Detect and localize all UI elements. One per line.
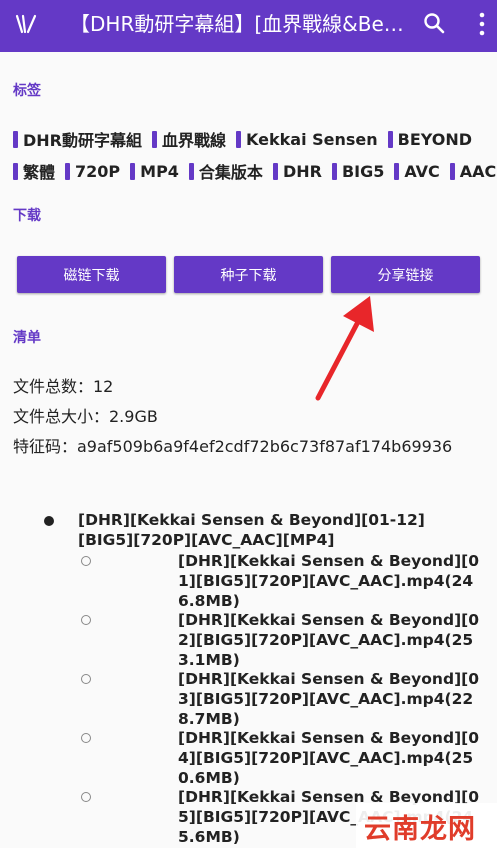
tag-label: MP4: [140, 161, 179, 181]
file-name: [DHR][Kekkai Sensen & Beyond][02][BIG5][…: [178, 611, 480, 669]
filled-bullet-icon: [44, 516, 54, 526]
torrent-download-button[interactable]: 种子下载: [174, 256, 323, 293]
tag-label: DHR動研字幕組: [23, 131, 142, 150]
tag-marker-icon: [152, 130, 157, 148]
tag-chip[interactable]: DHR: [272, 161, 322, 181]
tag-label: 繁體: [23, 163, 56, 182]
hollow-bullet-icon: [81, 733, 91, 743]
watermark-text: 云南龙网: [364, 814, 476, 845]
app-bar: 【DHR動研字幕組】[血界戰線&Beyond][01-12][BIG5][720…: [0, 0, 497, 52]
tag-label: Kekkai Sensen: [246, 129, 378, 149]
tag-row: DHR動研字幕組 血界戰線 Kekkai Sensen BEYOND: [13, 123, 493, 155]
tag-chip[interactable]: 血界戰線: [152, 127, 226, 151]
tag-label: AVC: [404, 161, 440, 181]
tag-chip[interactable]: Kekkai Sensen: [236, 130, 378, 149]
more-vert-icon[interactable]: [478, 11, 486, 37]
tag-label: 血界戰線: [162, 131, 227, 150]
tag-label: AAC: [459, 161, 497, 181]
file-name: [DHR][Kekkai Sensen & Beyond][04][BIG5][…: [178, 729, 480, 787]
tag-marker-icon: [13, 130, 18, 148]
tag-label: BIG5: [341, 161, 385, 181]
watermark-logo: 云南龙网: [356, 803, 497, 848]
page-title: 【DHR動研字幕組】[血界戰線&Beyond][01-12][BIG5][720…: [70, 12, 405, 36]
tag-label: DHR: [282, 161, 322, 181]
hollow-bullet-icon: [81, 674, 91, 684]
tag-marker-icon: [65, 162, 71, 180]
tag-marker-icon: [236, 130, 242, 148]
tag-chip[interactable]: AVC: [394, 161, 440, 181]
tag-marker-icon: [272, 162, 278, 180]
file-name: [DHR][Kekkai Sensen & Beyond][03][BIG5][…: [178, 670, 480, 728]
section-title-list: 清单: [13, 330, 41, 346]
tag-marker-icon: [13, 162, 18, 180]
tag-chip[interactable]: BIG5: [331, 161, 385, 181]
hollow-bullet-icon: [81, 556, 91, 566]
tag-chip[interactable]: 720P: [65, 162, 120, 181]
tag-row: 繁體 720P MP4 合集版本 DHR BIG5 AVC AAC: [13, 155, 496, 187]
app-logo-icon[interactable]: [14, 12, 38, 36]
annotation-arrow-icon: [315, 296, 374, 401]
tag-label: 720P: [75, 161, 121, 181]
tag-marker-icon: [188, 162, 194, 180]
tag-label: BEYOND: [397, 129, 473, 149]
tag-chip[interactable]: AAC: [449, 161, 497, 181]
search-icon[interactable]: [422, 11, 446, 35]
share-link-button[interactable]: 分享链接: [331, 256, 480, 293]
tag-marker-icon: [394, 162, 400, 180]
section-title-download: 下载: [13, 208, 41, 224]
section-title-tags: 标签: [13, 83, 41, 99]
hollow-bullet-icon: [81, 615, 91, 625]
tag-list: DHR動研字幕組 血界戰線 Kekkai Sensen BEYOND 繁體 720P MP…: [13, 123, 496, 187]
folder-name: [DHR][Kekkai Sensen & Beyond][01-12][BIG…: [78, 511, 425, 549]
tag-chip[interactable]: BEYOND: [387, 129, 473, 149]
magnet-download-button[interactable]: 磁链下载: [17, 256, 166, 293]
tag-chip[interactable]: MP4: [130, 162, 179, 181]
tag-marker-icon: [331, 162, 337, 180]
tag-marker-icon: [449, 162, 455, 180]
tag-marker-icon: [130, 162, 136, 180]
file-list-item: [DHR][Kekkai Sensen & Beyond][02][BIG5][…: [0, 610, 497, 669]
file-list-item: [DHR][Kekkai Sensen & Beyond][01][BIG5][…: [0, 551, 497, 610]
file-list-item: [DHR][Kekkai Sensen & Beyond][04][BIG5][…: [0, 728, 497, 787]
total-size: 文件总大小：2.9GB: [13, 407, 158, 426]
tag-marker-icon: [387, 130, 393, 148]
info-hash: 特征码：a9af509b6a9f4ef2cdf72b6c73f87af174b6…: [13, 437, 453, 456]
tag-chip[interactable]: 合集版本: [188, 159, 263, 183]
file-list-item: [DHR][Kekkai Sensen & Beyond][03][BIG5][…: [0, 669, 497, 728]
tag-chip[interactable]: DHR動研字幕組: [13, 127, 142, 151]
tag-label: 合集版本: [198, 163, 263, 182]
hollow-bullet-icon: [81, 792, 91, 802]
tag-chip[interactable]: 繁體: [13, 159, 55, 183]
file-name: [DHR][Kekkai Sensen & Beyond][01][BIG5][…: [178, 552, 480, 610]
file-count: 文件总数：12: [13, 377, 114, 396]
